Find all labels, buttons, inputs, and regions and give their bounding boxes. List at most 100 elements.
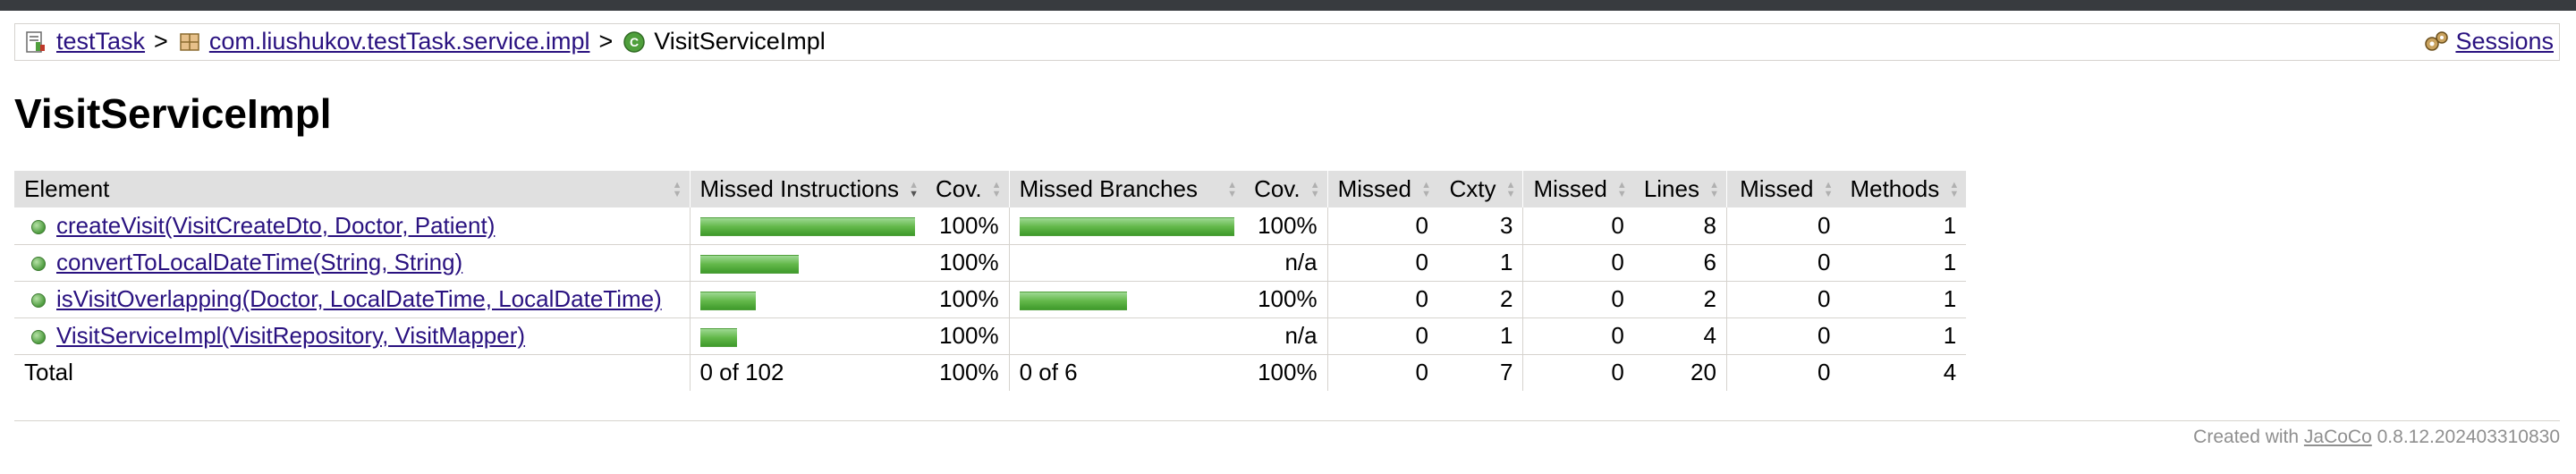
missed-methods: 0	[1725, 281, 1841, 318]
header-instr-cov[interactable]: Cov. ▲ ▼	[926, 171, 1010, 207]
instructions-bar-cell	[689, 207, 927, 245]
table-row: VisitServiceImpl(VisitRepository, VisitM…	[14, 317, 1967, 355]
sort-desc-icon: ▲ ▼	[909, 179, 919, 199]
top-bar	[0, 0, 2576, 11]
header-missed-lines[interactable]: Missed ▲ ▼	[1522, 171, 1634, 207]
lines: 8	[1633, 207, 1727, 245]
footer: Created with JaCoCo 0.8.12.202403310830	[2193, 427, 2560, 448]
report-icon	[24, 30, 49, 55]
missed-methods: 0	[1725, 317, 1841, 355]
missed-methods: 0	[1725, 244, 1841, 282]
cxty: 1	[1437, 244, 1523, 282]
missed-lines: 0	[1522, 317, 1634, 355]
coverage-bar	[699, 217, 915, 237]
lines: 4	[1633, 317, 1727, 355]
coverage-bar	[699, 254, 799, 274]
methods: 1	[1840, 207, 1967, 245]
jacoco-link[interactable]: JaCoCo	[2304, 427, 2372, 447]
breadcrumb: testTask > com.liushukov.testTask.servic…	[14, 23, 2560, 61]
missed-lines: 0	[1522, 244, 1634, 282]
method-link[interactable]: createVisit(VisitCreateDto, Doctor, Pati…	[56, 212, 495, 239]
coverage-bar	[1019, 291, 1127, 310]
branches-bar-cell	[1008, 244, 1245, 282]
total-branch-cov: 100%	[1258, 359, 1318, 386]
table-header-row: Element ▲ ▼ Missed Instructions ▲ ▼ Cov. ▲ ▼ M…	[14, 171, 1967, 207]
coverage-bar	[1019, 217, 1234, 237]
method-link[interactable]: convertToLocalDateTime(String, String)	[56, 249, 462, 275]
class-icon: C	[622, 30, 647, 55]
breadcrumb-package-link[interactable]: com.liushukov.testTask.service.impl	[209, 28, 590, 55]
instructions-bar-cell	[689, 317, 927, 355]
methods: 1	[1840, 317, 1967, 355]
sessions-link[interactable]: Sessions	[2455, 28, 2554, 55]
header-missed-methods[interactable]: Missed ▲ ▼	[1725, 171, 1841, 207]
sort-icon: ▲ ▼	[1505, 179, 1516, 199]
header-cxty[interactable]: Cxty ▲ ▼	[1437, 171, 1523, 207]
sort-icon: ▲ ▼	[1823, 179, 1834, 199]
breadcrumb-project-link[interactable]: testTask	[56, 28, 145, 55]
package-icon	[177, 30, 202, 55]
instructions-bar-cell	[689, 281, 927, 318]
instr-cov: 100%	[926, 317, 1010, 355]
method-icon	[31, 219, 46, 234]
header-element[interactable]: Element ▲ ▼	[14, 171, 690, 207]
element-cell: createVisit(VisitCreateDto, Doctor, Pati…	[14, 207, 690, 245]
missed-cxty: 0	[1326, 281, 1438, 318]
instructions-bar-cell	[689, 244, 927, 282]
missed-methods: 0	[1725, 207, 1841, 245]
header-missed-instructions[interactable]: Missed Instructions ▲ ▼	[689, 171, 927, 207]
instr-cov: 100%	[926, 244, 1010, 282]
cxty: 2	[1437, 281, 1523, 318]
sort-icon: ▲ ▼	[672, 179, 682, 199]
branches-bar-cell	[1008, 317, 1245, 355]
header-missed-branches[interactable]: Missed Branches ▲ ▼	[1008, 171, 1245, 207]
method-icon	[31, 330, 46, 345]
method-icon	[31, 293, 46, 309]
branches-bar-cell	[1008, 207, 1245, 245]
missed-cxty: 0	[1326, 317, 1438, 355]
missed-cxty: 0	[1326, 244, 1438, 282]
table-total-row: Total 0 of 102 100% 0 of 6 100% 0 7 0 20…	[14, 354, 1966, 391]
method-link[interactable]: isVisitOverlapping(Doctor, LocalDateTime…	[56, 285, 662, 312]
sort-icon: ▲ ▼	[1421, 179, 1431, 199]
total-cxty: 7	[1499, 359, 1513, 386]
footer-divider	[14, 420, 2560, 421]
method-icon	[31, 257, 46, 272]
sessions-icon	[2423, 30, 2449, 55]
total-branches: 0 of 6	[1008, 354, 1245, 391]
element-cell: convertToLocalDateTime(String, String)	[14, 244, 690, 282]
total-missed-methods: 0	[1725, 354, 1841, 391]
sort-icon: ▲ ▼	[1949, 179, 1960, 199]
element-cell: isVisitOverlapping(Doctor, LocalDateTime…	[14, 281, 690, 318]
instr-cov: 100%	[926, 207, 1010, 245]
branch-cov: 100%	[1244, 281, 1328, 318]
sort-icon: ▲ ▼	[1227, 179, 1238, 199]
sort-icon: ▲ ▼	[1309, 179, 1320, 199]
lines: 2	[1633, 281, 1727, 318]
footer-version: 0.8.12.202403310830	[2377, 427, 2560, 447]
total-missed-cxty: 0	[1326, 354, 1438, 391]
total-instructions: 0 of 102	[689, 354, 927, 391]
sort-icon: ▲ ▼	[991, 179, 1002, 199]
table-row: convertToLocalDateTime(String, String) 10…	[14, 244, 1967, 282]
branch-cov: n/a	[1244, 244, 1328, 282]
missed-cxty: 0	[1326, 207, 1438, 245]
svg-text:C: C	[630, 35, 639, 49]
missed-lines: 0	[1522, 281, 1634, 318]
total-label: Total	[24, 359, 73, 386]
table-row: createVisit(VisitCreateDto, Doctor, Pati…	[14, 207, 1967, 245]
header-lines[interactable]: Lines ▲ ▼	[1633, 171, 1727, 207]
header-missed-cxty[interactable]: Missed ▲ ▼	[1326, 171, 1438, 207]
sort-icon: ▲ ▼	[1709, 179, 1719, 199]
header-methods[interactable]: Methods ▲ ▼	[1840, 171, 1967, 207]
footer-prefix: Created with	[2193, 427, 2300, 447]
table-row: isVisitOverlapping(Doctor, LocalDateTime…	[14, 281, 1967, 318]
total-methods: 4	[1943, 359, 1957, 386]
method-link[interactable]: VisitServiceImpl(VisitRepository, VisitM…	[56, 322, 525, 349]
header-branch-cov[interactable]: Cov. ▲ ▼	[1244, 171, 1328, 207]
breadcrumb-separator: >	[598, 28, 614, 55]
branch-cov: n/a	[1244, 317, 1328, 355]
element-cell: VisitServiceImpl(VisitRepository, VisitM…	[14, 317, 690, 355]
methods: 1	[1840, 281, 1967, 318]
total-missed-lines: 0	[1522, 354, 1634, 391]
